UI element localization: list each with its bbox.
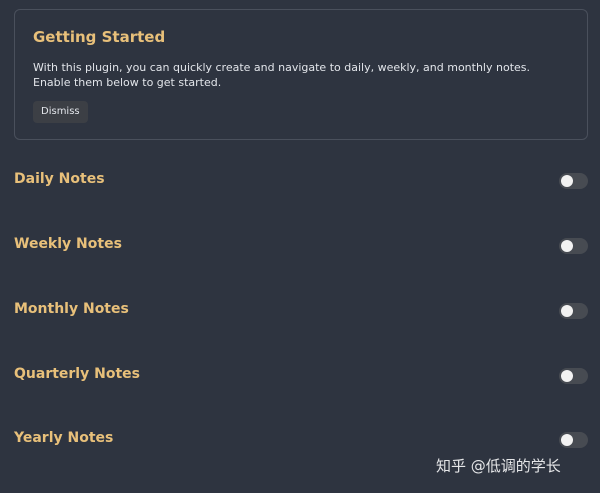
- toggle-knob: [561, 370, 573, 382]
- setting-weekly-notes: Weekly Notes: [0, 230, 600, 260]
- setting-quarterly-notes: Quarterly Notes: [0, 360, 600, 390]
- toggle-knob: [561, 434, 573, 446]
- setting-daily-notes: Daily Notes: [0, 165, 600, 195]
- getting-started-banner: Getting Started With this plugin, you ca…: [14, 9, 588, 140]
- toggle-knob: [561, 175, 573, 187]
- watermark: 知乎 @低调的学长: [436, 457, 561, 475]
- banner-title: Getting Started: [33, 28, 166, 46]
- banner-description: With this plugin, you can quickly create…: [33, 61, 530, 89]
- setting-label: Quarterly Notes: [14, 366, 140, 382]
- dismiss-button[interactable]: Dismiss: [33, 101, 88, 123]
- daily-notes-toggle[interactable]: [559, 173, 588, 189]
- setting-label: Yearly Notes: [14, 430, 114, 446]
- toggle-knob: [561, 305, 573, 317]
- yearly-notes-toggle[interactable]: [559, 432, 588, 448]
- quarterly-notes-toggle[interactable]: [559, 368, 588, 384]
- setting-monthly-notes: Monthly Notes: [0, 295, 600, 325]
- setting-label: Daily Notes: [14, 171, 105, 187]
- toggle-knob: [561, 240, 573, 252]
- setting-yearly-notes: Yearly Notes: [0, 424, 600, 454]
- setting-label: Monthly Notes: [14, 301, 129, 317]
- settings-page: Getting Started With this plugin, you ca…: [0, 0, 600, 493]
- weekly-notes-toggle[interactable]: [559, 238, 588, 254]
- setting-label: Weekly Notes: [14, 236, 122, 252]
- monthly-notes-toggle[interactable]: [559, 303, 588, 319]
